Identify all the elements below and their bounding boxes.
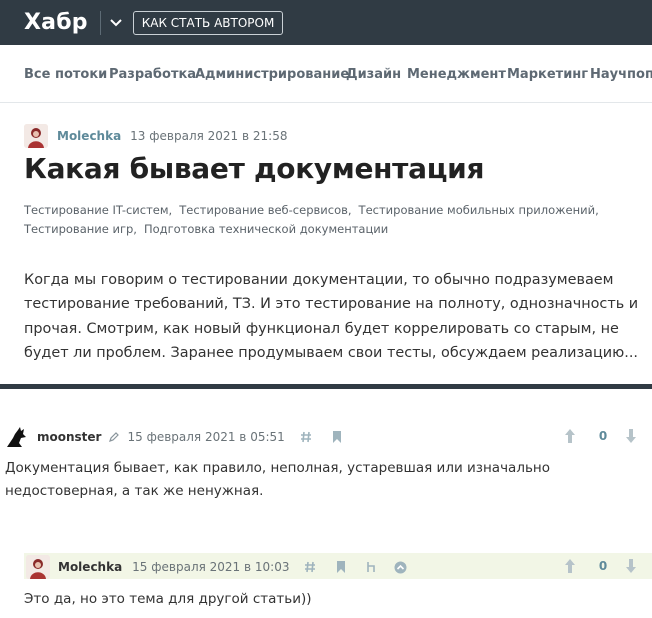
nav-item-popsci[interactable]: Научпоп xyxy=(590,67,652,82)
article-author[interactable]: Molechka xyxy=(57,129,121,143)
article-date: 13 февраля 2021 в 21:58 xyxy=(130,129,288,143)
flow-nav: Все потоки Разработка Администрирование … xyxy=(0,45,652,103)
comment-avatar[interactable] xyxy=(26,555,50,579)
comment-text-line: Документация бывает, как правило, неполн… xyxy=(5,460,550,476)
pencil-icon xyxy=(107,431,121,443)
nav-item-development[interactable]: Разработка xyxy=(109,67,196,82)
comment-meta: Molechka 15 февраля 2021 в 10:03 xyxy=(26,555,407,579)
article-title[interactable]: Какая бывает документация xyxy=(24,152,484,185)
comment-meta: moonster 15 февраля 2021 в 05:51 xyxy=(5,426,343,448)
nav-item-all-flows[interactable]: Все потоки xyxy=(24,67,107,82)
comment-user[interactable]: Molechka xyxy=(58,560,122,574)
hub-link[interactable]: Тестирование мобильных приложений, xyxy=(359,203,599,217)
logo-separator xyxy=(99,10,101,35)
scroll-up-icon[interactable] xyxy=(393,561,407,574)
comment-date: 15 февраля 2021 в 10:03 xyxy=(132,560,290,574)
parent-link-icon[interactable] xyxy=(365,561,377,573)
hash-icon[interactable] xyxy=(303,561,317,573)
article-hubs: Тестирование IT-систем, Тестирование веб-… xyxy=(24,201,634,239)
cat-avatar-icon[interactable] xyxy=(5,426,29,448)
comment-score: 0 xyxy=(598,559,608,573)
downvote-arrow-icon[interactable] xyxy=(623,558,639,574)
hub-link[interactable]: Тестирование игр, xyxy=(24,222,137,236)
comment-voting: 0 xyxy=(562,428,639,444)
upvote-arrow-icon[interactable] xyxy=(562,428,578,444)
comment-date: 15 февраля 2021 в 05:51 xyxy=(127,430,285,444)
hash-icon[interactable] xyxy=(299,431,313,443)
nav-item-management[interactable]: Менеджмент xyxy=(407,67,506,82)
article-meta: Molechka 13 февраля 2021 в 21:58 xyxy=(24,124,287,148)
downvote-arrow-icon[interactable] xyxy=(623,428,639,444)
author-avatar[interactable] xyxy=(24,124,48,148)
hub-link[interactable]: Тестирование IT-систем, xyxy=(24,203,172,217)
comment-text: Документация бывает, как правило, неполн… xyxy=(5,457,550,502)
comment-voting: 0 xyxy=(562,558,639,574)
how-to-become-author-button[interactable]: КАК СТАТЬ АВТОРОМ xyxy=(132,10,284,35)
comment-score: 0 xyxy=(598,429,608,443)
nav-item-marketing[interactable]: Маркетинг xyxy=(507,67,588,82)
habr-logo[interactable]: Хабр xyxy=(24,10,88,35)
top-bar: Хабр КАК СТАТЬ АВТОРОМ xyxy=(0,0,652,45)
bookmark-icon[interactable] xyxy=(331,431,343,443)
comment-text: Это да, но это тема для другой статьи)) xyxy=(24,591,312,607)
comment-user[interactable]: moonster xyxy=(37,430,101,444)
nav-item-administration[interactable]: Администрирование xyxy=(195,67,349,82)
article-lead: Когда мы говорим о тестировании документ… xyxy=(24,272,639,361)
hub-link[interactable]: Тестирование веб-сервисов, xyxy=(179,203,351,217)
bookmark-icon[interactable] xyxy=(335,561,347,573)
chevron-down-icon[interactable] xyxy=(109,16,123,30)
nav-item-design[interactable]: Дизайн xyxy=(346,67,401,82)
upvote-arrow-icon[interactable] xyxy=(562,558,578,574)
hub-link[interactable]: Подготовка технической документации xyxy=(144,222,388,236)
section-divider xyxy=(0,384,652,389)
comment-text-line: недостоверная, а так же ненужная. xyxy=(5,482,264,499)
